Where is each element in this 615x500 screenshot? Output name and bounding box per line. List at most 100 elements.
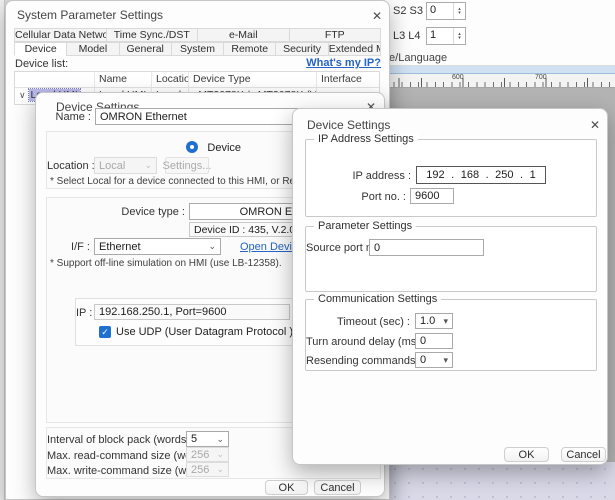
- chevron-down-icon: ▾: [443, 355, 448, 366]
- read-size-dropdown[interactable]: 256 ⌄: [186, 447, 229, 462]
- tab-security[interactable]: Security: [275, 42, 328, 56]
- ip-label: IP :: [76, 307, 90, 319]
- timeout-dropdown[interactable]: 1.0 ▾: [415, 313, 453, 329]
- udp-checkbox-label: Use UDP (User Datagram Protocol ): [116, 326, 293, 338]
- ip-octet-3[interactable]: 250: [495, 169, 513, 181]
- turn-around-delay-field[interactable]: 0: [415, 333, 453, 349]
- chevron-down-icon: ▾: [443, 316, 448, 327]
- turn-around-delay-label: Turn around delay (ms) :: [306, 336, 410, 348]
- name-label: Name :: [36, 111, 91, 123]
- chevron-down-icon: ⌄: [208, 241, 216, 252]
- tab-cellular-data-network[interactable]: Cellular Data Network: [14, 28, 107, 42]
- octet-separator: .: [486, 169, 489, 181]
- state-spinner[interactable]: 0 ▴▾: [426, 2, 466, 20]
- ip-address-label: IP address :: [306, 170, 411, 182]
- octet-separator: .: [520, 169, 523, 181]
- chevron-down-icon: ⌄: [216, 464, 224, 475]
- tab-row-primary: Device Model General System Remote Secur…: [14, 42, 380, 56]
- ip-field[interactable]: 192.168.250.1, Port=9600: [94, 304, 290, 320]
- ruler-label-600: 600: [452, 74, 464, 81]
- header-name[interactable]: Name: [95, 72, 152, 88]
- close-icon[interactable]: ✕: [584, 116, 606, 133]
- write-size-label: Max. write-command size (words) :: [47, 465, 182, 477]
- resending-commands-value: 0: [420, 354, 426, 366]
- device-radio-label: Device: [207, 142, 241, 154]
- header-blank: [15, 72, 95, 88]
- timeout-value: 1.0: [420, 315, 435, 327]
- location-value: Local: [99, 160, 125, 172]
- language-spinner-value[interactable]: 1: [427, 28, 454, 44]
- read-size-value: 256: [191, 449, 209, 461]
- if-dropdown[interactable]: Ethernet ⌄: [94, 238, 221, 255]
- simulation-note: * Support off-line simulation on HMI (us…: [50, 258, 282, 269]
- resending-commands-label: Resending commands :: [306, 355, 410, 367]
- device-radio[interactable]: [186, 141, 198, 153]
- close-icon[interactable]: ✕: [366, 7, 388, 24]
- tab-system[interactable]: System: [171, 42, 224, 56]
- ruler-major-ticks: [385, 78, 615, 87]
- source-port-field[interactable]: 0: [369, 239, 484, 256]
- communication-settings-group: Communication Settings Timeout (sec) : 1…: [305, 299, 597, 371]
- header-interface[interactable]: Interface: [317, 72, 379, 88]
- dialog-title: Device Settings: [307, 118, 390, 132]
- editor-canvas: [388, 462, 615, 500]
- write-size-dropdown[interactable]: 256 ⌄: [186, 462, 229, 477]
- read-size-label: Max. read-command size (words) :: [47, 450, 182, 462]
- screen: S2 S3 0 ▴▾ L3 L4 1 ▴▾ te/Language 600 70…: [0, 0, 615, 500]
- tab-model[interactable]: Model: [66, 42, 119, 56]
- timeout-label: Timeout (sec) :: [306, 316, 410, 328]
- horizontal-ruler: 600 700: [385, 74, 615, 88]
- spinner-arrows-icon[interactable]: ▴▾: [454, 3, 465, 19]
- tab-ftp[interactable]: FTP: [289, 28, 382, 42]
- chevron-down-icon[interactable]: ∨: [19, 90, 26, 100]
- interval-dropdown[interactable]: 5 ⌄: [186, 431, 229, 447]
- ip-address-settings-group: IP Address Settings IP address : 192 . 1…: [305, 139, 597, 217]
- tab-time-sync-dst[interactable]: Time Sync./DST: [106, 28, 199, 42]
- source-port-label: Source port no. :: [306, 242, 365, 254]
- ip-octet-4[interactable]: 1: [530, 169, 536, 181]
- state-language-caption: te/Language: [386, 52, 447, 64]
- ip-device-settings-dialog: Device Settings ✕ IP Address Settings IP…: [292, 108, 608, 465]
- if-value: Ethernet: [99, 241, 141, 253]
- header-device-type[interactable]: Device Type: [189, 72, 317, 88]
- location-settings-button[interactable]: Settings...: [165, 157, 209, 174]
- parameter-group-legend: Parameter Settings: [314, 220, 416, 232]
- location-dropdown[interactable]: Local ⌄: [94, 157, 157, 174]
- header-location[interactable]: Location: [152, 72, 189, 88]
- write-size-value: 256: [191, 464, 209, 476]
- language-row-label: L3 L4: [393, 30, 421, 42]
- tab-device[interactable]: Device: [14, 42, 67, 56]
- udp-checkbox[interactable]: ✓: [99, 326, 111, 338]
- device-list-label: Device list:: [15, 58, 68, 70]
- state-spinner-value[interactable]: 0: [427, 3, 454, 19]
- ruler-label-700: 700: [535, 74, 547, 81]
- tab-remote[interactable]: Remote: [223, 42, 276, 56]
- tab-email[interactable]: e-Mail: [197, 28, 290, 42]
- ip-group-legend: IP Address Settings: [314, 133, 418, 145]
- port-no-label: Port no. :: [306, 191, 406, 203]
- device-type-label: Device type :: [77, 206, 185, 218]
- language-spinner[interactable]: 1 ▴▾: [426, 27, 466, 45]
- spinner-arrows-icon[interactable]: ▴▾: [454, 28, 465, 44]
- tab-extended-memory[interactable]: Extended Memory: [328, 42, 381, 56]
- if-label: I/F :: [47, 241, 90, 253]
- communication-group-legend: Communication Settings: [314, 293, 441, 305]
- toolbar-blue-band: [385, 66, 615, 74]
- cancel-button[interactable]: Cancel: [561, 447, 606, 462]
- cancel-button[interactable]: Cancel: [314, 480, 361, 495]
- resending-commands-dropdown[interactable]: 0 ▾: [415, 352, 453, 368]
- ip-octet-1[interactable]: 192: [426, 169, 444, 181]
- chevron-down-icon: ⌄: [144, 160, 152, 171]
- tab-general[interactable]: General: [119, 42, 172, 56]
- table-header-row: Name Location Device Type Interface: [15, 72, 379, 88]
- ip-address-field[interactable]: 192 . 168 . 250 . 1: [416, 166, 546, 184]
- ip-octet-2[interactable]: 168: [461, 169, 479, 181]
- dialog-title: System Parameter Settings: [17, 8, 163, 22]
- tab-row-secondary: Cellular Data Network Time Sync./DST e-M…: [14, 28, 380, 42]
- parameter-settings-group: Parameter Settings Source port no. : 0: [305, 226, 597, 292]
- background-panel: S2 S3 0 ▴▾ L3 L4 1 ▴▾ te/Language: [385, 0, 615, 66]
- whats-my-ip-link[interactable]: What's my IP?: [306, 57, 381, 69]
- ok-button[interactable]: OK: [265, 480, 308, 495]
- ok-button[interactable]: OK: [504, 447, 549, 462]
- port-no-field[interactable]: 9600: [410, 188, 454, 204]
